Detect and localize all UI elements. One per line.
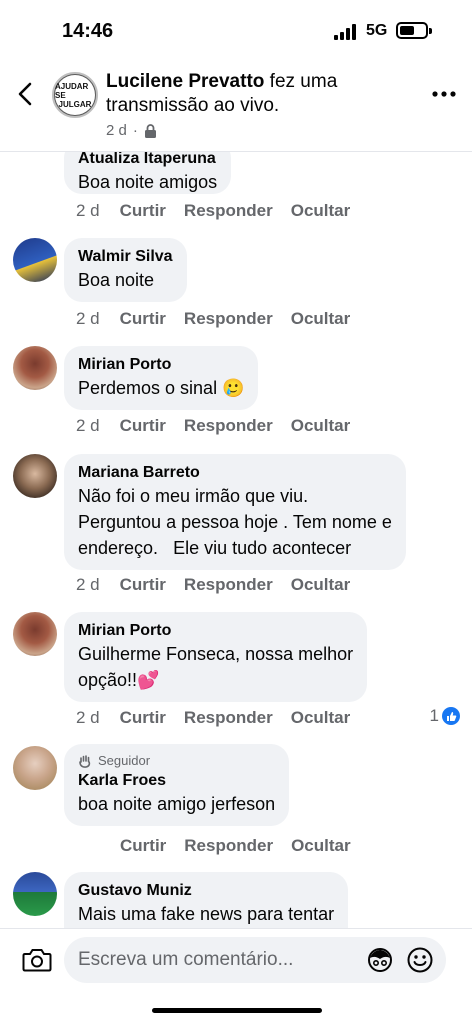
comment-text: Mais uma fake news para tentar: [78, 904, 335, 924]
home-indicator[interactable]: [152, 1008, 322, 1013]
status-time: 14:46: [62, 20, 114, 42]
post-header: AJUDAR SE JULGAR Lucilene Prevatto fez u…: [0, 60, 472, 152]
reaction-number: 1: [429, 706, 439, 725]
reply-button[interactable]: Responder: [184, 708, 273, 728]
badge-label: Seguidor: [98, 753, 151, 768]
comment-text: Boa noite: [78, 270, 155, 290]
comment-actions: 2 d Curtir Responder Ocultar: [76, 708, 350, 728]
reply-button[interactable]: Responder: [184, 309, 273, 329]
status-bar: 14:46 5G: [0, 0, 472, 60]
reaction-count[interactable]: 1: [430, 706, 460, 726]
comment-time[interactable]: 2 d: [76, 309, 100, 329]
comment-author[interactable]: Atualiza Itaperuna: [78, 152, 217, 169]
author-avatar[interactable]: AJUDAR SE JULGAR: [52, 72, 98, 118]
comment-author[interactable]: Karla Froes: [78, 770, 275, 791]
camera-icon[interactable]: [22, 947, 52, 973]
comment-bubble[interactable]: Gustavo Muniz Mais uma fake news para te…: [64, 872, 349, 928]
post-meta: 2 d ·: [106, 122, 157, 139]
wave-hand-icon: [79, 755, 91, 768]
avatar-text-line2: JULGAR: [58, 99, 92, 109]
comments-list[interactable]: Atualiza Itaperuna Boa noite amigos 2 d …: [0, 152, 472, 928]
hide-button[interactable]: Ocultar: [291, 708, 351, 728]
like-button[interactable]: Curtir: [120, 836, 166, 856]
lock-icon: [144, 123, 156, 138]
reply-button[interactable]: Responder: [184, 836, 273, 856]
comment-actions: 2 d Curtir Responder Ocultar: [76, 416, 350, 436]
comment-text-line: endereço. Ele viu tudo acontecer: [78, 538, 352, 558]
comment-actions: 2 d Curtir Responder Ocultar: [76, 309, 350, 329]
avatar[interactable]: [13, 238, 57, 282]
comment-author[interactable]: Walmir Silva: [78, 246, 173, 267]
avatar[interactable]: [13, 612, 57, 656]
comment-text: boa noite amigo jerfeson: [78, 794, 276, 814]
comment-author[interactable]: Gustavo Muniz: [78, 880, 334, 901]
comment-input[interactable]: [78, 937, 358, 983]
avatar[interactable]: [13, 746, 57, 790]
battery-icon: [396, 22, 432, 39]
network-label: 5G: [366, 22, 388, 39]
comment-time[interactable]: 2 d: [76, 575, 100, 595]
comment-author[interactable]: Mirian Porto: [78, 354, 244, 375]
like-button[interactable]: Curtir: [120, 708, 166, 728]
comment-text: Boa noite amigos: [78, 172, 218, 192]
comment-bubble[interactable]: Seguidor Karla Froes boa noite amigo jer…: [64, 744, 290, 826]
hide-button[interactable]: Ocultar: [291, 309, 351, 329]
comment-text-line: Perguntou a pessoa hoje . Tem nome e: [78, 512, 392, 532]
comment-bubble[interactable]: Atualiza Itaperuna Boa noite amigos: [64, 152, 232, 194]
comment-actions: 2 d Curtir Responder Ocultar: [76, 575, 350, 595]
like-button[interactable]: Curtir: [120, 309, 166, 329]
hide-button[interactable]: Ocultar: [291, 201, 351, 221]
avatar[interactable]: [13, 346, 57, 390]
comment-bubble[interactable]: Mariana Barreto Não foi o meu irmão que …: [64, 454, 406, 570]
signal-icon: [334, 24, 358, 40]
more-horizontal-icon[interactable]: [432, 90, 456, 98]
comment-time[interactable]: 2 d: [76, 201, 100, 221]
like-icon: [442, 707, 460, 725]
comment-bubble[interactable]: Mirian Porto Perdemos o sinal 🥲: [64, 346, 259, 410]
avatar[interactable]: [13, 872, 57, 916]
like-button[interactable]: Curtir: [120, 416, 166, 436]
comment-author[interactable]: Mariana Barreto: [78, 462, 392, 483]
comment-actions: Curtir Responder Ocultar: [120, 836, 351, 856]
like-button[interactable]: Curtir: [120, 575, 166, 595]
reply-button[interactable]: Responder: [184, 575, 273, 595]
comment-time[interactable]: 2 d: [76, 416, 100, 436]
emoji-icon[interactable]: [406, 946, 434, 974]
reply-button[interactable]: Responder: [184, 201, 273, 221]
hide-button[interactable]: Ocultar: [291, 575, 351, 595]
comment-author[interactable]: Mirian Porto: [78, 620, 353, 641]
avatar[interactable]: [13, 454, 57, 498]
comment-actions: 2 d Curtir Responder Ocultar: [76, 201, 350, 221]
post-title: Lucilene Prevatto fez uma transmissão ao…: [106, 70, 406, 118]
hide-button[interactable]: Ocultar: [291, 416, 351, 436]
comment-text-line: Não foi o meu irmão que viu.: [78, 486, 309, 506]
like-button[interactable]: Curtir: [120, 201, 166, 221]
post-time[interactable]: 2 d: [106, 122, 127, 139]
comment-text: Perdemos o sinal 🥲: [78, 378, 245, 398]
hide-button[interactable]: Ocultar: [291, 836, 351, 856]
follower-badge: Seguidor: [78, 752, 275, 770]
comment-bubble[interactable]: Walmir Silva Boa noite: [64, 238, 187, 302]
chevron-left-icon[interactable]: [12, 80, 40, 108]
comment-text-line: Guilherme Fonseca, nossa melhor: [78, 644, 354, 664]
reply-button[interactable]: Responder: [184, 416, 273, 436]
comment-composer: [0, 928, 472, 992]
comment-input-wrapper: [64, 937, 446, 983]
avatar-text-line1: AJUDAR SE: [55, 81, 89, 100]
avatar-sticker-icon[interactable]: [366, 946, 394, 974]
comment-text-line: opção!!💕: [78, 670, 160, 690]
comment-time[interactable]: 2 d: [76, 708, 100, 728]
post-author-name[interactable]: Lucilene Prevatto: [106, 71, 264, 92]
comment-bubble[interactable]: Mirian Porto Guilherme Fonseca, nossa me…: [64, 612, 368, 702]
